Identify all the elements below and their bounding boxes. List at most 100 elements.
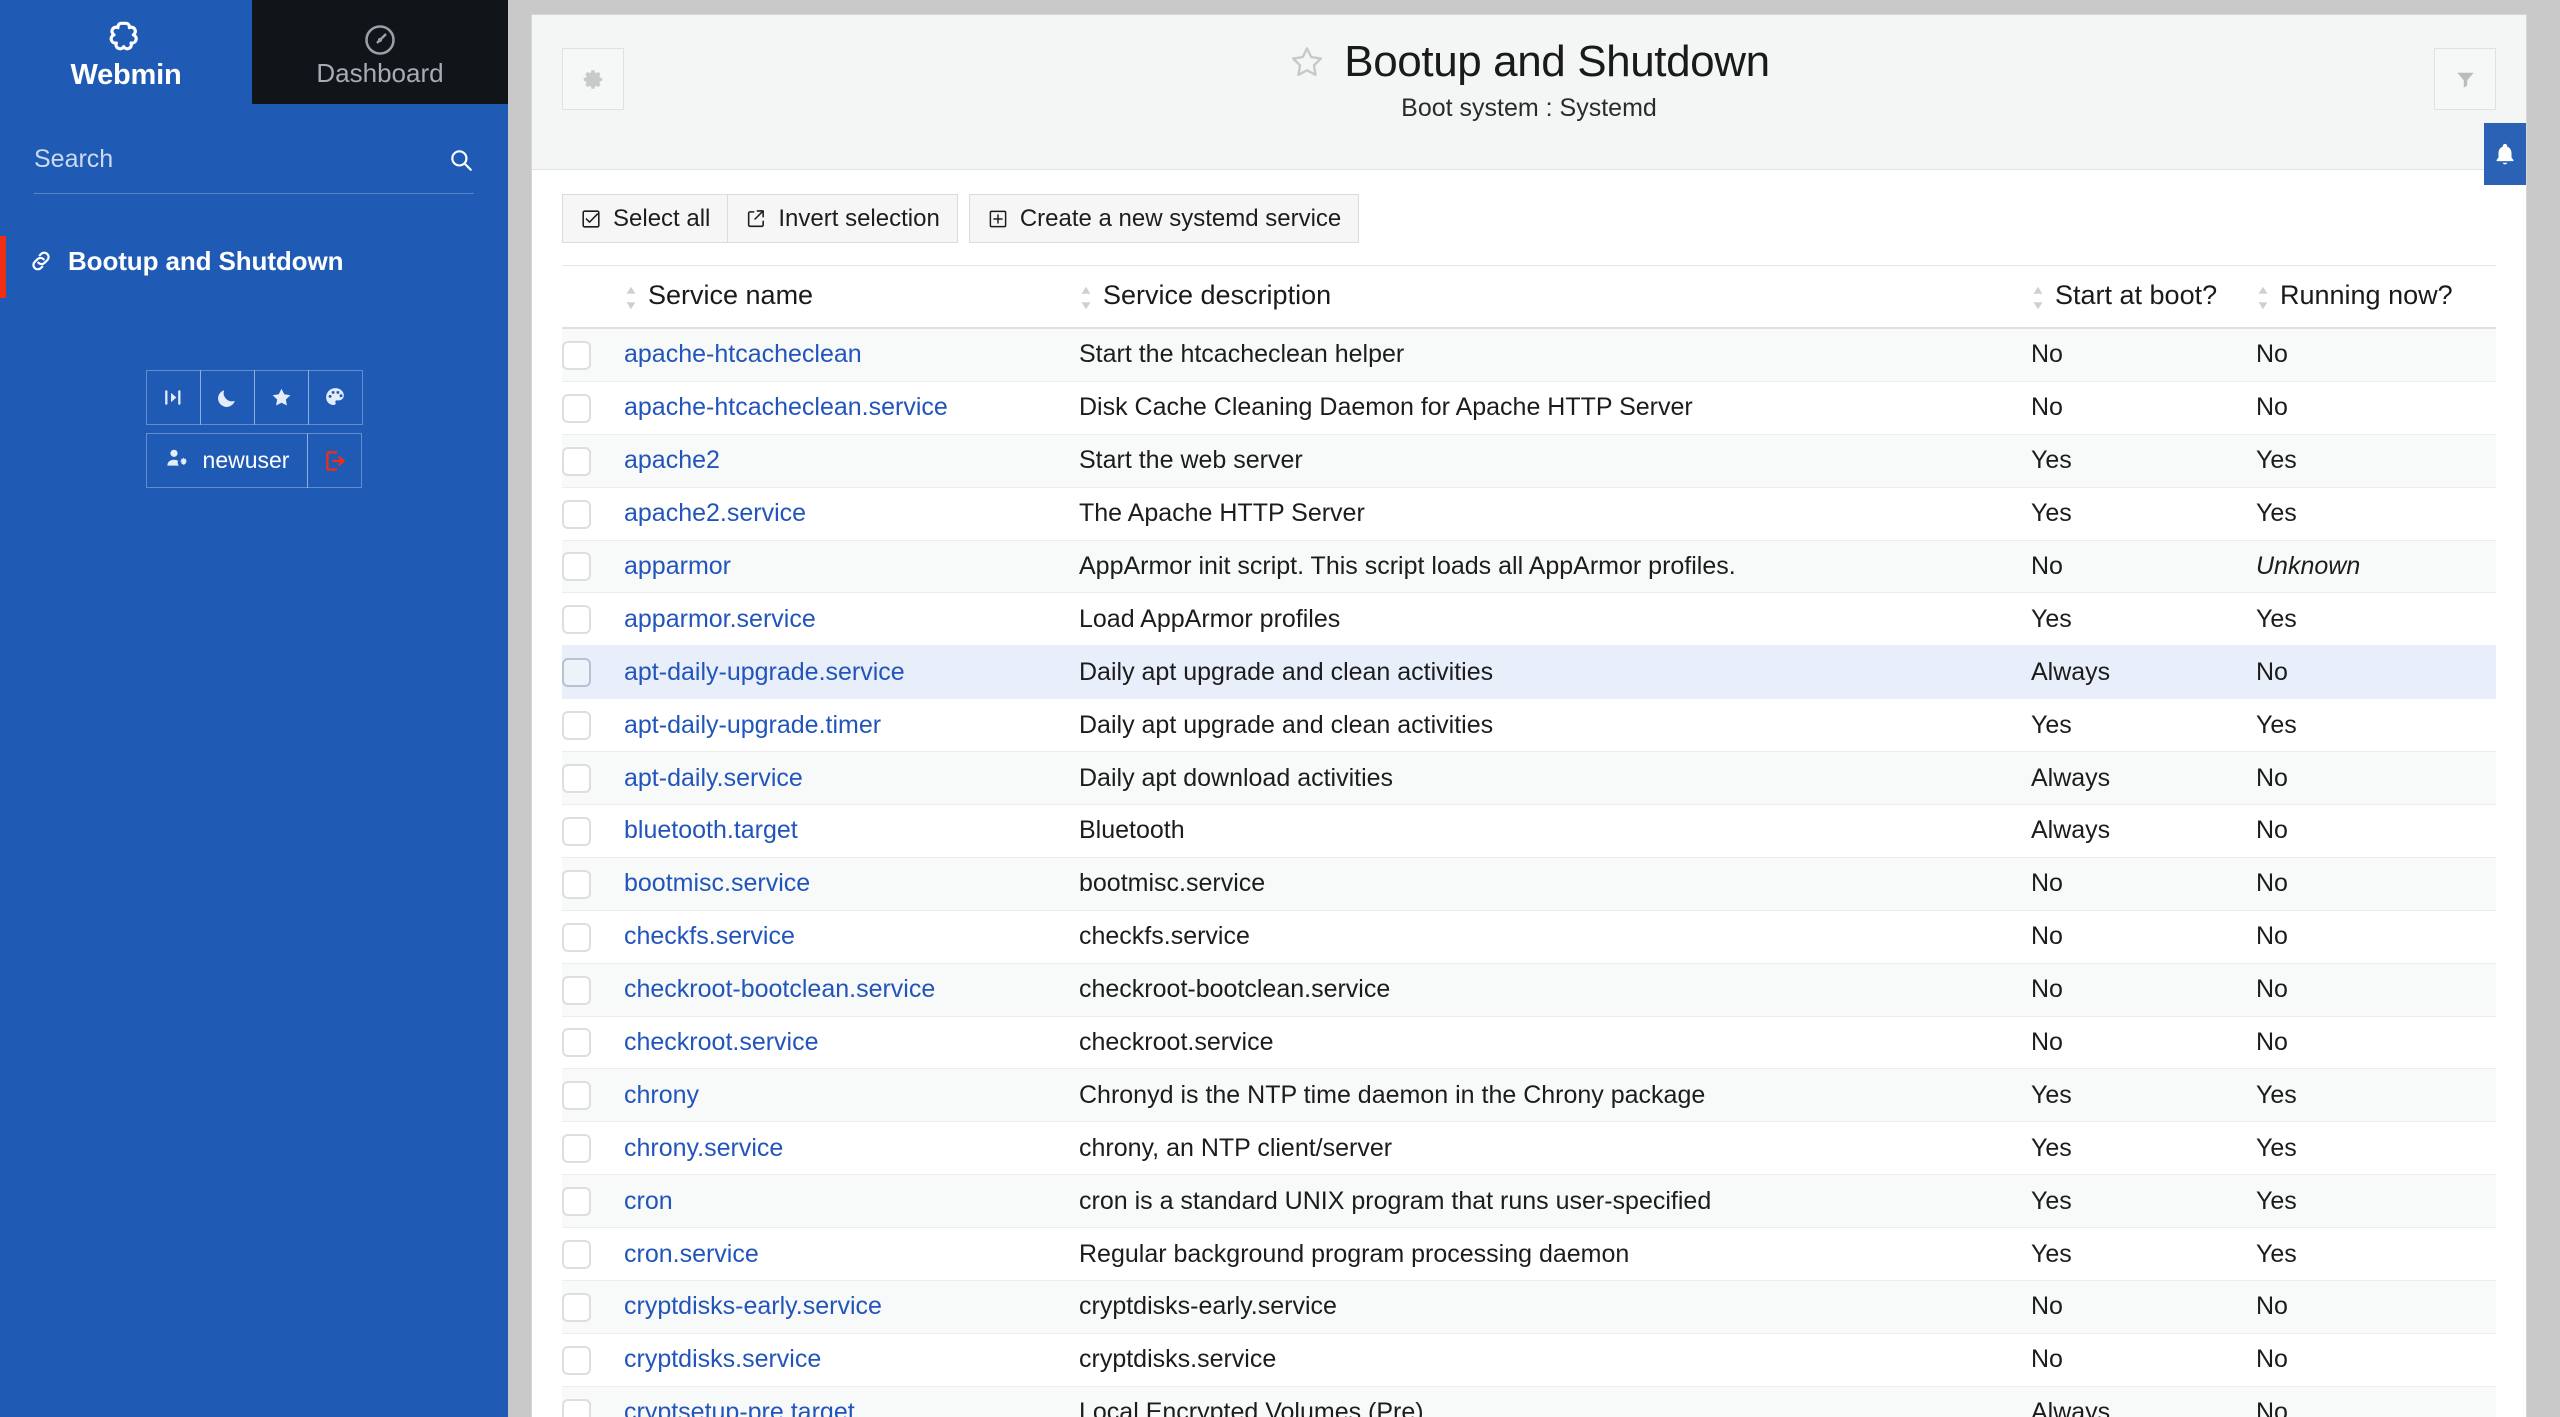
row-checkbox-cell xyxy=(562,1280,624,1334)
row-checkbox[interactable] xyxy=(562,446,591,476)
row-checkbox[interactable] xyxy=(562,711,591,741)
table-row[interactable]: apache2.service The Apache HTTP Server Yes… xyxy=(562,487,2496,541)
table-row[interactable]: bootmisc.service bootmisc.service No No xyxy=(562,857,2496,911)
row-checkbox[interactable] xyxy=(562,1398,591,1417)
service-description-cell: checkroot-bootclean.service xyxy=(1079,963,2031,1017)
table-row[interactable]: apt-daily.service Daily apt download acti… xyxy=(562,751,2496,806)
user-settings-button[interactable]: newuser xyxy=(145,433,309,488)
service-link[interactable]: apparmor.service xyxy=(624,605,816,633)
row-checkbox[interactable] xyxy=(562,816,591,846)
service-link[interactable]: apt-daily-upgrade.service xyxy=(624,658,905,686)
table-row[interactable]: apache-htcacheclean Start the htcacheclea… xyxy=(562,328,2496,382)
service-link[interactable]: cron xyxy=(624,1187,673,1215)
row-checkbox[interactable] xyxy=(562,499,591,529)
star-outline-icon[interactable] xyxy=(1288,43,1326,81)
row-checkbox[interactable] xyxy=(562,1028,591,1058)
row-checkbox-cell xyxy=(562,487,624,541)
sidebar-item-bootup-and-shutdown[interactable]: Bootup and Shutdown xyxy=(0,230,508,298)
table-row[interactable]: cron cron is a standard UNIX program that… xyxy=(562,1174,2496,1229)
service-link[interactable]: checkroot.service xyxy=(624,1028,819,1056)
service-link[interactable]: cryptdisks.service xyxy=(624,1345,821,1373)
row-checkbox[interactable] xyxy=(562,764,591,794)
row-checkbox[interactable] xyxy=(562,1187,591,1217)
collapse-sidebar-button[interactable] xyxy=(146,370,201,425)
column-header-service-description[interactable]: Service description xyxy=(1079,265,2031,329)
table-row[interactable]: apt-daily-upgrade.timer Daily apt upgrade… xyxy=(562,698,2496,753)
search-input[interactable] xyxy=(34,145,448,174)
table-row[interactable]: cryptdisks.service cryptdisks.service No No xyxy=(562,1333,2496,1387)
table-row[interactable]: apparmor AppArmor init script. This scrip… xyxy=(562,540,2496,594)
service-link[interactable]: cryptdisks-early.service xyxy=(624,1292,882,1320)
row-checkbox[interactable] xyxy=(562,605,591,635)
invert-selection-button[interactable]: Invert selection xyxy=(727,194,958,243)
column-header-start-at-boot[interactable]: Start at boot? xyxy=(2031,265,2256,329)
column-header-label: Service name xyxy=(648,280,814,310)
row-checkbox[interactable] xyxy=(562,1240,591,1270)
dark-mode-button[interactable] xyxy=(200,370,255,425)
service-link[interactable]: checkroot-bootclean.service xyxy=(624,975,935,1003)
service-link[interactable]: cron.service xyxy=(624,1240,759,1268)
table-row[interactable]: chrony Chronyd is the NTP time daemon in … xyxy=(562,1068,2496,1123)
select-all-button[interactable]: Select all xyxy=(562,194,729,243)
service-link[interactable]: apache-htcacheclean.service xyxy=(624,393,948,421)
row-checkbox[interactable] xyxy=(562,975,591,1005)
service-link[interactable]: apt-daily.service xyxy=(624,764,803,792)
favorites-button[interactable] xyxy=(254,370,309,425)
service-link[interactable]: apache-htcacheclean xyxy=(624,340,862,368)
table-row[interactable]: cryptdisks-early.service cryptdisks-early… xyxy=(562,1280,2496,1334)
table-row[interactable]: apache-htcacheclean.service Disk Cache Cl… xyxy=(562,381,2496,435)
table-row[interactable]: apparmor.service Load AppArmor profiles Ye… xyxy=(562,592,2496,647)
service-link[interactable]: chrony xyxy=(624,1081,699,1109)
column-header-service-name[interactable]: Service name xyxy=(624,265,1079,329)
running-now-cell: Yes xyxy=(2256,698,2496,753)
service-link[interactable]: apache2.service xyxy=(624,499,806,527)
row-checkbox[interactable] xyxy=(562,1081,591,1111)
row-checkbox-cell xyxy=(562,857,624,911)
row-checkbox[interactable] xyxy=(562,393,591,423)
create-systemd-service-button[interactable]: Create a new systemd service xyxy=(968,194,1360,243)
table-row[interactable]: checkroot.service checkroot.service No No xyxy=(562,1016,2496,1070)
tab-dashboard[interactable]: Dashboard xyxy=(252,0,508,104)
notifications-button[interactable] xyxy=(2484,123,2526,185)
brand-block[interactable]: Webmin xyxy=(0,0,252,104)
row-checkbox[interactable] xyxy=(562,1134,591,1164)
service-link[interactable]: checkfs.service xyxy=(624,922,795,950)
service-description-cell: checkroot.service xyxy=(1079,1016,2031,1070)
start-at-boot-cell: No xyxy=(2031,328,2256,382)
module-settings-button[interactable] xyxy=(562,48,624,110)
running-now-cell: No xyxy=(2256,328,2496,382)
service-link[interactable]: apparmor xyxy=(624,552,731,580)
services-table: Service name Service description Start a… xyxy=(562,265,2496,1417)
star-icon xyxy=(272,388,291,406)
service-link[interactable]: apache2 xyxy=(624,446,720,474)
table-row[interactable]: cron.service Regular background program p… xyxy=(562,1227,2496,1282)
row-checkbox[interactable] xyxy=(562,1345,591,1375)
table-row[interactable]: checkroot-bootclean.service checkroot-boo… xyxy=(562,963,2496,1017)
service-link[interactable]: apt-daily-upgrade.timer xyxy=(624,711,881,739)
row-checkbox[interactable] xyxy=(562,869,591,899)
column-header-running-now[interactable]: Running now? xyxy=(2256,265,2496,329)
table-row[interactable]: bluetooth.target Bluetooth Always No xyxy=(562,804,2496,858)
table-row[interactable]: apt-daily-upgrade.service Daily apt upgra… xyxy=(562,645,2496,700)
service-link[interactable]: bluetooth.target xyxy=(624,816,798,844)
row-checkbox[interactable] xyxy=(562,340,591,370)
table-row[interactable]: apache2 Start the web server Yes Yes xyxy=(562,434,2496,488)
service-link[interactable]: cryptsetup-pre.target xyxy=(624,1398,855,1417)
filter-button[interactable] xyxy=(2434,48,2496,110)
theme-palette-button[interactable] xyxy=(308,370,363,425)
row-checkbox[interactable] xyxy=(562,922,591,952)
invert-selection-label: Invert selection xyxy=(778,204,940,232)
row-checkbox[interactable] xyxy=(562,552,591,582)
row-checkbox[interactable] xyxy=(562,1292,591,1322)
start-at-boot-cell: No xyxy=(2031,540,2256,594)
table-row[interactable]: cryptsetup-pre.target Local Encrypted Vol… xyxy=(562,1386,2496,1417)
table-row[interactable]: chrony.service chrony, an NTP client/serv… xyxy=(562,1121,2496,1176)
service-link[interactable]: chrony.service xyxy=(624,1134,783,1162)
table-row[interactable]: checkfs.service checkfs.service No No xyxy=(562,910,2496,964)
page-scroll-gutter[interactable] xyxy=(2527,0,2560,1417)
row-checkbox[interactable] xyxy=(562,658,591,688)
service-description-cell: cryptdisks.service xyxy=(1079,1333,2031,1387)
service-link[interactable]: bootmisc.service xyxy=(624,869,810,897)
logout-button[interactable] xyxy=(307,433,363,488)
search-icon[interactable] xyxy=(448,147,474,173)
